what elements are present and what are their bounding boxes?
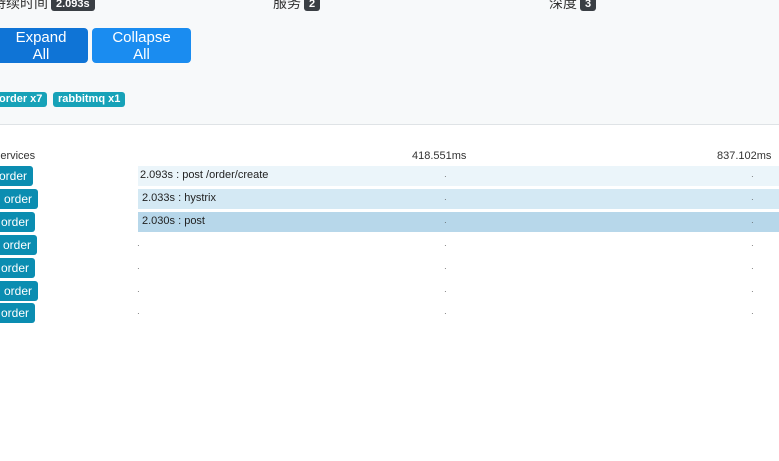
timeline-tick: ·: [137, 309, 140, 318]
summary-services: 服务 2: [273, 0, 321, 13]
service-name-button[interactable]: order: [0, 189, 38, 209]
service-name-button[interactable]: order: [0, 235, 37, 255]
timeline-tick: ·: [444, 172, 447, 181]
timeline-tick: ·: [751, 218, 754, 227]
summary-services-label: 服务: [273, 0, 301, 11]
summary-duration-badge: 2.093s: [51, 0, 95, 11]
service-tag-order[interactable]: order x7: [0, 92, 48, 107]
timeline-tick: ·: [751, 241, 754, 250]
timeline-tick: ·: [137, 264, 140, 273]
service-name-button[interactable]: order: [0, 166, 33, 186]
summary-depth-badge: 3: [580, 0, 597, 11]
service-tag-rabbitmq[interactable]: rabbitmq x1: [53, 92, 126, 107]
timeline-tick: ·: [751, 172, 754, 181]
timeline-tick: ·: [751, 309, 754, 318]
summary-services-badge: 2: [304, 0, 321, 11]
timeline-tick: ·: [444, 195, 447, 204]
span-label: 2.093s : post /order/create: [140, 169, 269, 181]
services-column-header: Services: [0, 150, 36, 162]
span-label: 2.030s : post: [142, 215, 205, 227]
trace-summary-panel: 持续时间2.093s 服务2 深度3 Expand All Collapse A…: [0, 0, 779, 125]
timeline-tick: ·: [444, 309, 447, 318]
expand-all-button[interactable]: Expand All: [0, 28, 88, 63]
service-name-button[interactable]: order: [0, 303, 35, 323]
span-bar[interactable]: [138, 212, 779, 232]
timeline-tick: ·: [444, 264, 447, 273]
summary-depth: 深度 3: [549, 0, 597, 13]
summary-depth-label: 深度: [549, 0, 577, 11]
timeline-tick: ·: [444, 241, 447, 250]
timeline-tick: ·: [137, 241, 140, 250]
service-name-button[interactable]: order: [0, 258, 35, 278]
service-name-button[interactable]: order: [0, 281, 38, 301]
timeline-tick: ·: [751, 195, 754, 204]
service-name-button[interactable]: order: [0, 212, 35, 232]
span-label: 2.033s : hystrix: [142, 192, 216, 204]
span-bar[interactable]: [138, 189, 779, 209]
timeline-tick: ·: [137, 287, 140, 296]
timeline-end-marker: 837.102ms: [717, 150, 772, 162]
timeline-mid-marker: 418.551ms: [412, 150, 467, 162]
timeline-tick: ·: [751, 264, 754, 273]
summary-duration-label: 持续时间: [0, 0, 48, 11]
timeline-tick: ·: [444, 218, 447, 227]
collapse-all-button[interactable]: Collapse All: [92, 28, 191, 63]
summary-duration: 持续时间2.093s: [0, 0, 95, 13]
timeline-tick: ·: [751, 287, 754, 296]
timeline-tick: ·: [444, 287, 447, 296]
